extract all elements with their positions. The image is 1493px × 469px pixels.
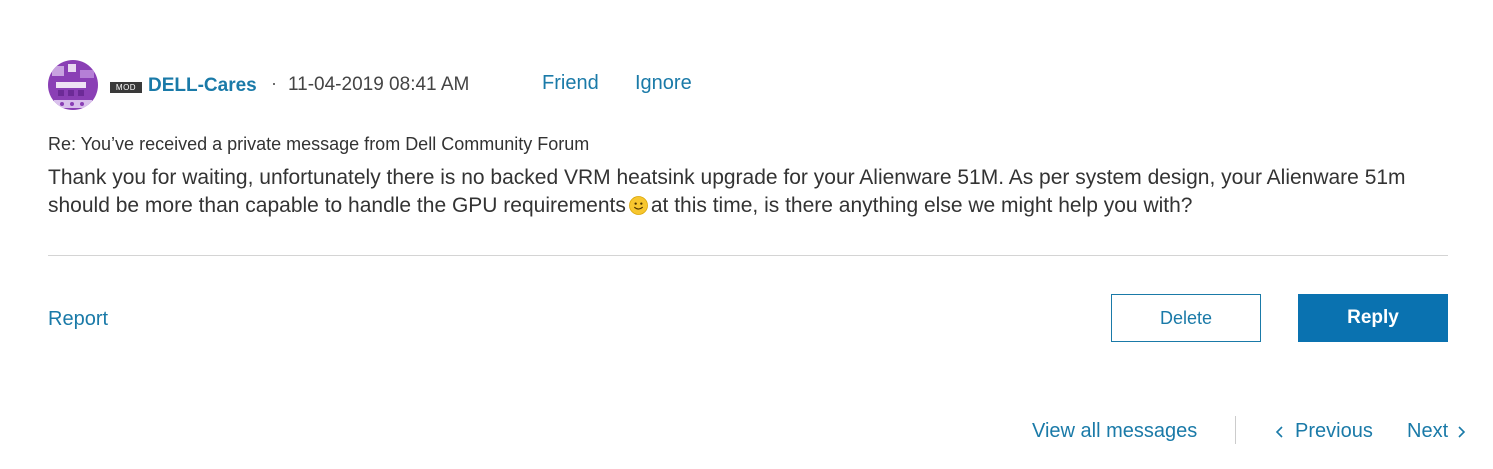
chevron-right-icon xyxy=(1458,425,1466,438)
next-label: Next xyxy=(1407,420,1449,442)
friend-link[interactable]: Friend xyxy=(542,72,599,95)
next-link[interactable]: Next xyxy=(1407,420,1468,443)
previous-label: Previous xyxy=(1295,420,1373,442)
avatar[interactable] xyxy=(48,60,98,110)
author-name[interactable]: DELL-Cares xyxy=(148,75,257,97)
chevron-left-icon xyxy=(1275,425,1283,438)
smile-emoji-icon xyxy=(628,196,648,215)
message-body-part-2: at this time, is there anything else we … xyxy=(650,194,1193,217)
message-subject: Re: You’ve received a private message fr… xyxy=(48,134,590,154)
divider xyxy=(48,255,1448,256)
meta-separator: · xyxy=(271,73,277,93)
delete-button[interactable]: Delete xyxy=(1111,294,1261,342)
previous-link[interactable]: Previous xyxy=(1273,420,1373,443)
mod-badge: MOD xyxy=(110,82,142,93)
view-all-messages-link[interactable]: View all messages xyxy=(1032,420,1197,443)
nav-separator xyxy=(1235,416,1236,444)
avatar-image xyxy=(48,60,98,110)
post-timestamp: 11-04-2019 08:41 AM xyxy=(288,74,470,95)
reply-button[interactable]: Reply xyxy=(1298,294,1448,342)
ignore-link[interactable]: Ignore xyxy=(635,72,692,95)
report-link[interactable]: Report xyxy=(48,308,108,331)
message-body: Thank you for waiting, unfortunately the… xyxy=(48,164,1448,220)
